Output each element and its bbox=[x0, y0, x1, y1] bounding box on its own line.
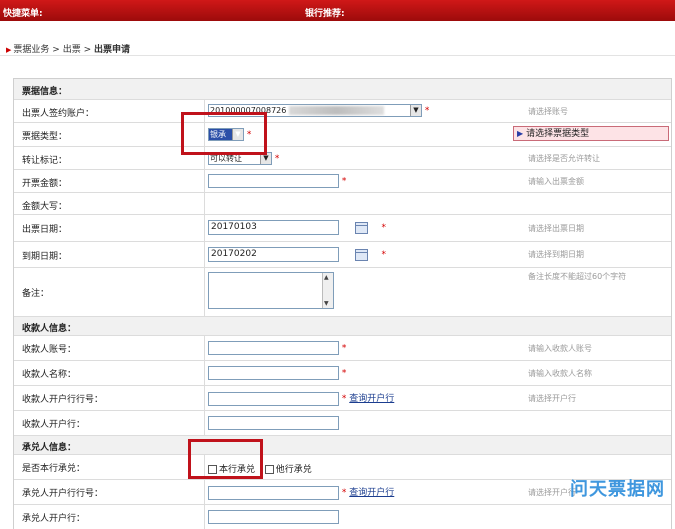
row-remark: 备注： ▲ ▼ 备注长度不能超过60个字符 bbox=[14, 268, 671, 317]
section-title: 票据信息： bbox=[22, 87, 68, 97]
bank-recommend-label[interactable]: 银行推荐: bbox=[305, 6, 345, 19]
field-label: 收款人名称： bbox=[22, 370, 77, 380]
field-hint: 请输入收款人名称 bbox=[528, 369, 592, 378]
acceptor-bank-input[interactable] bbox=[208, 510, 339, 524]
calendar-icon[interactable] bbox=[354, 221, 368, 234]
transfer-mark-value: 可以转让 bbox=[210, 154, 242, 163]
field-hint: 请选择开户行 bbox=[528, 394, 576, 403]
field-hint: 备注长度不能超过60个字符 bbox=[528, 272, 627, 281]
top-gap bbox=[0, 21, 675, 35]
top-bar: 快捷菜单: 银行推荐: bbox=[0, 0, 675, 21]
row-transfer-mark: 转让标记： 可以转让 ▼ * 请选择是否允许转让 bbox=[14, 147, 671, 170]
field-label: 承兑人开户行行号： bbox=[22, 489, 104, 499]
required-mark: * bbox=[341, 368, 347, 379]
arrow-right-icon: ▶ bbox=[517, 129, 524, 138]
row-drawer-account: 出票人签约账户： 201000007008726 ▼ * 请选择账号 bbox=[14, 100, 671, 123]
required-mark: * bbox=[424, 106, 430, 116]
amount-input[interactable] bbox=[208, 174, 339, 188]
field-hint: 请选择开户行 bbox=[528, 488, 576, 497]
field-label: 到期日期： bbox=[22, 252, 68, 262]
field-hint: 请输入出票金额 bbox=[528, 177, 584, 186]
field-label: 承兑人开户行： bbox=[22, 514, 86, 524]
breadcrumb-divider bbox=[0, 55, 675, 56]
query-bank-link[interactable]: 查询开户行 bbox=[349, 394, 394, 404]
field-label: 出票人签约账户： bbox=[22, 109, 95, 119]
section-bill-info: 票据信息： bbox=[14, 79, 671, 100]
other-accept-label: 他行承兑 bbox=[275, 465, 312, 475]
field-label: 票据类型： bbox=[22, 132, 68, 142]
watermark: 问天票据网 bbox=[570, 479, 665, 500]
section-title: 承兑人信息： bbox=[22, 443, 77, 453]
field-label: 开票金额： bbox=[22, 179, 68, 189]
field-label: 收款人账号： bbox=[22, 345, 77, 355]
breadcrumb-bill-business[interactable]: 票据业务 bbox=[13, 45, 49, 55]
calendar-icon[interactable] bbox=[354, 248, 368, 261]
due-date-input[interactable]: 20170202 bbox=[208, 247, 339, 262]
required-mark: * bbox=[341, 343, 347, 354]
field-label: 出票日期： bbox=[22, 225, 68, 235]
field-hint: 请选择出票日期 bbox=[528, 224, 584, 233]
required-mark: * bbox=[341, 176, 347, 187]
payee-bank-no-input[interactable] bbox=[208, 391, 339, 406]
highlight-self-accept bbox=[188, 439, 263, 479]
row-payee-bank-no: 收款人开户行行号： * 查询开户行 请选择开户行 bbox=[14, 386, 671, 411]
issue-form: 票据信息： 出票人签约账户： 201000007008726 ▼ * 请选择账号… bbox=[13, 78, 672, 529]
field-hint: 请选择是否允许转让 bbox=[528, 154, 600, 163]
field-hint: 请选择账号 bbox=[528, 107, 568, 116]
query-bank-link[interactable]: 查询开户行 bbox=[349, 488, 394, 498]
payee-account-input[interactable] bbox=[208, 341, 339, 355]
remark-textarea[interactable]: ▲ ▼ bbox=[208, 272, 334, 309]
field-label: 是否本行承兑： bbox=[22, 464, 86, 474]
breadcrumb-sep: > bbox=[52, 45, 60, 55]
breadcrumb-arrow-icon: ▶ bbox=[6, 46, 12, 54]
breadcrumb-sep: > bbox=[83, 45, 92, 55]
section-acceptor-info: 承兑人信息： bbox=[14, 436, 671, 455]
section-payee-info: 收款人信息： bbox=[14, 317, 671, 336]
row-payee-name: 收款人名称： * 请输入收款人名称 bbox=[14, 361, 671, 386]
breadcrumb-issue[interactable]: 出票 bbox=[63, 45, 81, 55]
field-hint: 请输入收款人账号 bbox=[528, 344, 592, 353]
breadcrumb: ▶ 票据业务 > 出票 > 出票申请 bbox=[6, 42, 130, 55]
row-issue-date: 出票日期： 20170103 * 请选择出票日期 bbox=[14, 215, 671, 242]
scroll-up-icon[interactable]: ▲ bbox=[324, 274, 329, 281]
bill-type-tip: ▶ 请选择票据类型 bbox=[513, 126, 669, 141]
row-due-date: 到期日期： 20170202 * 请选择到期日期 bbox=[14, 242, 671, 268]
bill-type-tip-text: 请选择票据类型 bbox=[526, 129, 590, 139]
field-label: 金额大写： bbox=[22, 202, 68, 212]
redacted-account bbox=[288, 106, 384, 115]
issue-date-input[interactable]: 20170103 bbox=[208, 220, 339, 235]
required-mark: * bbox=[341, 394, 347, 404]
required-mark: * bbox=[341, 488, 347, 498]
field-hint: 请选择到期日期 bbox=[528, 250, 584, 259]
payee-bank-input[interactable] bbox=[208, 416, 339, 430]
quick-menu-label[interactable]: 快捷菜单: bbox=[3, 6, 43, 19]
section-title: 收款人信息： bbox=[22, 324, 77, 334]
required-mark: * bbox=[274, 154, 280, 164]
acceptor-bank-no-input[interactable] bbox=[208, 485, 339, 500]
payee-name-input[interactable] bbox=[208, 366, 339, 380]
field-label: 收款人开户行行号： bbox=[22, 395, 104, 405]
row-amount-upper: 金额大写： bbox=[14, 193, 671, 215]
field-label: 收款人开户行： bbox=[22, 420, 86, 430]
required-mark: * bbox=[381, 223, 387, 233]
row-acceptor-bank: 承兑人开户行： bbox=[14, 505, 671, 529]
highlight-bill-type bbox=[181, 112, 267, 155]
row-payee-bank: 收款人开户行： bbox=[14, 411, 671, 436]
other-accept-checkbox[interactable] bbox=[264, 465, 274, 474]
remark-scrollbar[interactable]: ▲ ▼ bbox=[322, 273, 333, 308]
chevron-down-icon[interactable]: ▼ bbox=[410, 105, 421, 116]
row-payee-account: 收款人账号： * 请输入收款人账号 bbox=[14, 336, 671, 361]
breadcrumb-issue-apply: 出票申请 bbox=[94, 45, 131, 55]
scroll-down-icon[interactable]: ▼ bbox=[324, 300, 329, 307]
row-amount: 开票金额： * 请输入出票金额 bbox=[14, 170, 671, 193]
field-label: 转让标记： bbox=[22, 156, 68, 166]
required-mark: * bbox=[381, 250, 387, 260]
field-label: 备注： bbox=[22, 289, 50, 299]
